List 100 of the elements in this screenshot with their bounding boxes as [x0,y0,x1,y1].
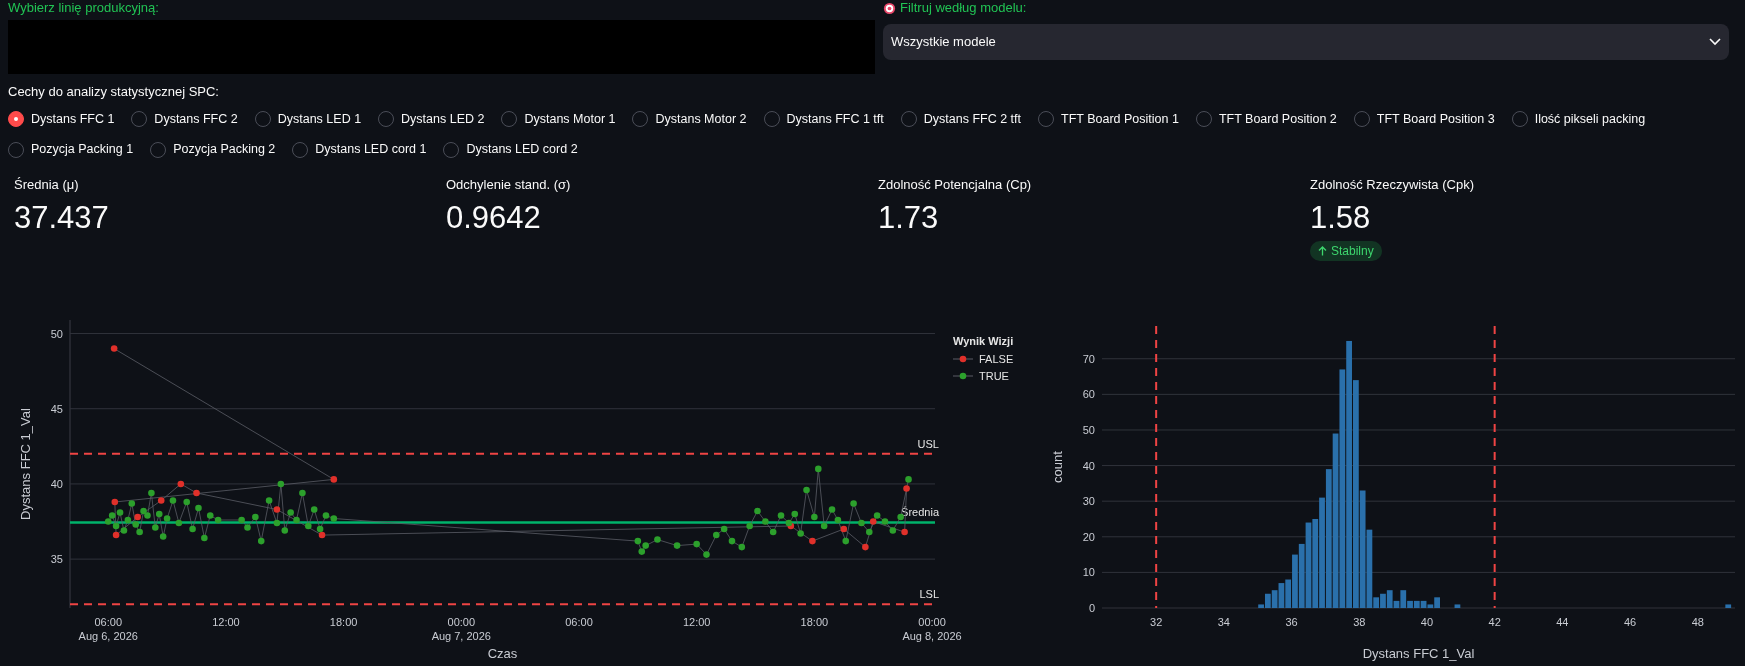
legend-label[interactable]: FALSE [979,353,1014,365]
axis-tick-label: 20 [1082,530,1095,543]
axis-tick-label: 18:00 [800,616,829,628]
reference-label: USL [917,437,939,450]
legend-label[interactable]: TRUE [979,370,1009,382]
metric-value: 37.437 [14,198,110,237]
radio-option[interactable]: Pozycja Packing 2 [150,140,276,159]
radio-option[interactable]: Dystans FFC 1 tft [763,109,884,129]
data-point [273,506,281,513]
radio-option[interactable]: Dystans FFC 1 [8,109,115,129]
data-point [820,522,828,530]
data-point [654,536,661,543]
metric-value: 0.9642 [446,198,542,237]
axis-tick-label: 40 [1420,616,1434,628]
data-point [148,489,155,497]
data-point [252,513,259,521]
axis-title: Dystans FFC 1_Val [18,408,33,520]
radio-option[interactable]: TFT Board Position 3 [1353,109,1495,129]
data-point [183,498,190,506]
axis-tick-label: 40 [1082,459,1095,472]
data-point [110,345,118,352]
data-point [299,489,306,497]
data-point [803,486,810,494]
axis-tick-label: 45 [50,402,63,415]
data-point [905,476,912,483]
data-point [815,465,822,473]
reference-label: LSL [919,588,939,601]
axis-tick-label: 34 [1217,616,1230,628]
metric-label: Zdolność Potencjalna (Cp) [878,176,1033,194]
radio-option[interactable]: TFT Board Position 2 [1195,109,1337,129]
axis-tick-label: 48 [1691,616,1704,628]
axis-tick-label: 00:00 Aug 7, 2026 [431,616,491,642]
radio-option[interactable]: Dystans Motor 2 [632,109,747,129]
axis-tick-label: 46 [1623,616,1637,628]
data-point [903,485,910,492]
radio-option[interactable]: Dystans LED 1 [254,109,362,129]
data-point [193,489,200,497]
data-point [159,533,167,540]
axis-tick-label: 38 [1353,616,1366,628]
axis-tick-label: 50 [1082,423,1095,436]
data-point [862,543,869,551]
axis-tick-label: 60 [1082,388,1095,401]
axis-tick-label: 42 [1488,616,1501,628]
axis-tick-label: 44 [1556,616,1569,628]
field-label: Wybierz linię produkcyjną: [8,0,160,16]
data-point [111,498,119,506]
axis-tick-label: 70 [1082,352,1095,365]
data-point [310,506,318,513]
data-point [693,540,700,548]
target-icon [883,1,896,15]
axis-tick-label: 32 [1150,616,1163,628]
data-point [128,500,136,507]
radio-option[interactable]: Dystans FFC 2 [131,109,238,129]
data-point [746,522,753,530]
data-point [901,528,908,536]
data-point [189,525,196,533]
reference-label: Średnia [901,506,939,519]
radio-option[interactable]: Ilość pikseli packing [1511,109,1646,129]
axis-title: Dystans FFC 1_Val [1362,646,1475,661]
data-point [703,551,710,558]
radio-option[interactable]: Dystans LED cord 1 [292,140,427,159]
metric-value: 1.58 [1310,198,1372,237]
radio-option[interactable]: Dystans FFC 2 tft [900,109,1021,129]
data-point [797,530,804,537]
data-point [728,537,736,545]
axis-tick-label: 12:00 [212,616,240,628]
histogram-bar [1454,604,1461,608]
histogram-bar [1725,604,1732,608]
data-point [177,480,185,488]
radio-option[interactable]: Dystans Motor 1 [501,109,616,129]
model-dropdown[interactable]: Wszystkie modele [883,24,1729,60]
legend-marker-icon[interactable] [952,372,974,380]
data-point [305,522,312,530]
axis-title: count [1050,451,1065,483]
data-point [673,542,681,549]
data-point [850,500,857,507]
chevron-down-icon [1709,38,1721,46]
arrow-up-icon [1318,245,1327,256]
radio-option[interactable]: Dystans LED 2 [378,109,485,129]
axis-tick-label: 50 [50,327,63,340]
data-point [330,476,338,483]
axis-tick-label: 0 [1088,602,1095,614]
data-point [257,537,265,545]
radio-option[interactable]: Pozycja Packing 1 [8,140,134,159]
axis-tick-label: 18:00 [329,616,358,628]
axis-tick-label: 06:00 Aug 6, 2026 [78,616,138,642]
radio-option[interactable]: TFT Board Position 1 [1038,109,1179,129]
field-label: Filtruj według modelu: [900,0,1027,16]
axis-tick-label: 36 [1285,616,1298,628]
delta-badge: Stabilny [1310,240,1382,261]
metric-label: Średnia (μ) [14,176,80,194]
data-point [265,497,273,504]
legend-marker-icon[interactable] [952,355,974,363]
data-point [195,504,202,512]
radio-option[interactable]: Dystans LED cord 2 [443,140,578,159]
data-point [201,534,208,542]
data-point [157,497,165,504]
data-point [169,497,177,504]
axis-tick-label: 06:00 [565,616,593,628]
data-point [152,524,159,531]
